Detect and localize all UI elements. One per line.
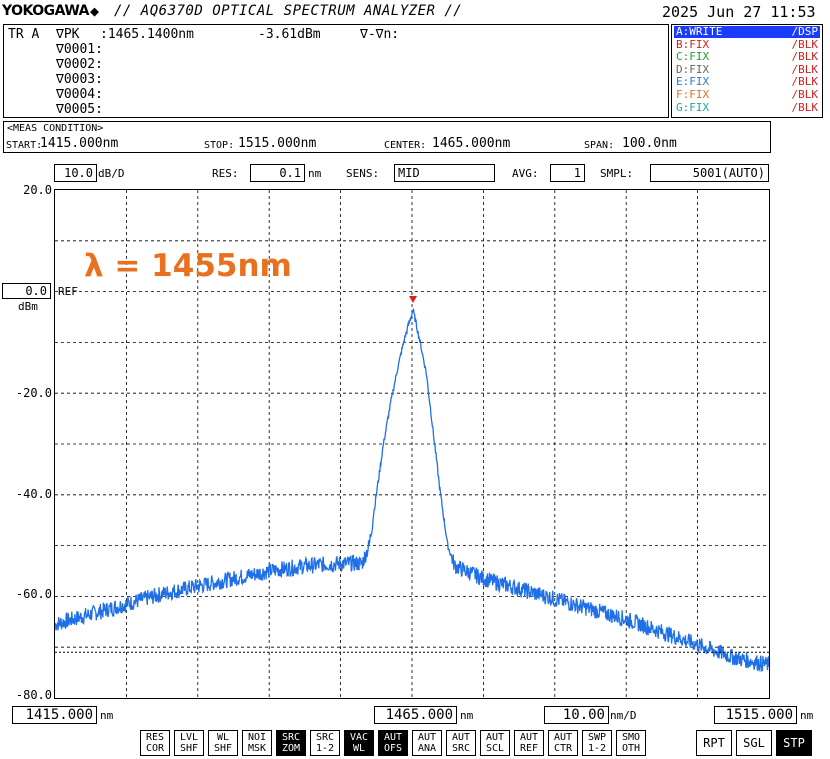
y-tick-label: -40.0 [15,487,52,501]
delta-marker-label: ∇-∇n: [360,27,400,42]
peak-marker-icon [408,295,417,303]
sensitivity-field[interactable]: MID [394,164,495,182]
datetime: 2025 Jun 27 11:53 [662,3,816,21]
start-wavelength-field[interactable]: 1415.000 [12,706,97,724]
reference-level-field[interactable]: 0.0 [2,283,51,299]
y-tick-label: 20.0 [23,183,52,197]
softkey-noi-msk[interactable]: NOI MSK [242,730,272,756]
trace-mode: /BLK [791,37,819,51]
res-label: RES: [212,167,239,180]
ref-unit: dBm [18,300,38,313]
average-field[interactable]: 1 [550,164,585,182]
center-value: 1465.000nm [432,136,511,151]
sweep-sgl-button[interactable]: SGL [736,730,772,756]
smpl-label: SMPL: [600,167,634,180]
trace-status-row[interactable]: A:WRITE/DSP [674,25,820,38]
trace-status-row[interactable]: C:FIX/BLK [674,50,820,64]
y-tick-label: -80.0 [15,688,52,702]
trace-status-row[interactable]: B:FIX/BLK [674,37,820,51]
softkey-src-zom[interactable]: SRC ZOM [276,730,306,756]
center-wavelength-field[interactable]: 1465.000 [374,706,457,724]
softkey-aut-src[interactable]: AUT SRC [446,730,476,756]
sampling-field[interactable]: 5001(AUTO) [650,164,769,182]
start-value: 1415.000nm [40,136,119,151]
softkey-aut-ana[interactable]: AUT ANA [412,730,442,756]
center-label: CENTER: [384,140,427,151]
trace-label: TR A [8,27,40,42]
stop-value: 1515.000nm [238,136,317,151]
trace-name: B:FIX [676,37,710,51]
span-label: SPAN: [584,140,615,151]
peak-label: ∇PK [56,27,80,42]
span-value: 100.0nm [622,136,677,151]
y-tick-label: -60.0 [15,587,52,601]
softkey-aut-ctr[interactable]: AUT CTR [548,730,578,756]
peak-wavelength: :1465.1400nm [100,27,194,42]
softkey-lvl-shf[interactable]: LVL SHF [174,730,204,756]
trace-status-row[interactable]: D:FIX/BLK [674,62,820,76]
stop-wavelength-field[interactable]: 1515.000 [714,706,797,724]
trace-status-row[interactable]: G:FIX/BLK [674,100,820,114]
softkey-aut-ref[interactable]: AUT REF [514,730,544,756]
trace-name: E:FIX [676,75,710,89]
softkey-aut-ofs[interactable]: AUT OFS [378,730,408,756]
trace-status-row[interactable]: E:FIX/BLK [674,75,820,89]
wavelength-annotation: λ = 1455nm [84,248,292,284]
trace-mode: /BLK [791,88,819,101]
x-axis-info-bar: 1415.000 nm 1465.000 nm 10.00 nm/D 1515.… [0,706,830,726]
sweep-stp-button[interactable]: STP [776,730,812,756]
header-bar: YOKOGAWA ◆ // AQ6370D OPTICAL SPECTRUM A… [0,0,830,22]
trace-name: A:WRITE [676,25,723,38]
trace-mode: /BLK [791,50,819,64]
diamond-logo-icon: ◆ [90,2,100,20]
trace-name: D:FIX [676,62,710,76]
softkey-res-cor[interactable]: RES COR [140,730,170,756]
softkey-vac-wl[interactable]: VAC WL [344,730,374,756]
span-per-div-field[interactable]: 10.00 [544,706,609,724]
level-scale-unit: dB/D [98,167,125,180]
softkey-swp-1-2[interactable]: SWP 1-2 [582,730,612,756]
marker-5: ∇0005: [56,102,103,117]
trace-status-row[interactable]: F:FIX/BLK [674,88,820,101]
stop-label: STOP: [204,140,235,151]
center-unit: nm [460,709,474,722]
marker-1: ∇0001: [56,42,103,57]
marker-panel: TR A ∇PK :1465.1400nm -3.61dBm ∇-∇n: ∇00… [3,24,669,118]
model-title: // AQ6370D OPTICAL SPECTRUM ANALYZER // [114,3,463,19]
softkey-wl-shf[interactable]: WL SHF [208,730,238,756]
res-unit: nm [308,167,322,180]
brand-logo: YOKOGAWA [2,3,90,19]
resolution-field[interactable]: 0.1 [250,164,305,182]
meas-condition-title: <MEAS CONDITION> [7,123,104,134]
start-label: START: [6,140,43,151]
trace-name: C:FIX [676,50,710,64]
marker-4: ∇0004: [56,87,103,102]
per-div-unit: nm/D [610,709,637,722]
trace-mode: /BLK [791,100,819,114]
peak-level: -3.61dBm [258,27,321,42]
trace-mode: /BLK [791,62,819,76]
marker-2: ∇0002: [56,57,103,72]
scale-settings-bar: 10.0 dB/D RES: 0.1 nm SENS: MID AVG: 1 S… [0,164,830,186]
trace-mode: /DSP [791,25,819,38]
level-scale-field[interactable]: 10.0 [54,164,97,182]
stop-unit: nm [800,709,814,722]
softkey-aut-scl[interactable]: AUT SCL [480,730,510,756]
meas-condition-panel: <MEAS CONDITION> START: 1415.000nm STOP:… [3,121,771,153]
trace-name: F:FIX [676,88,710,101]
y-tick-label: -20.0 [15,386,52,400]
trace-name: G:FIX [676,100,710,114]
softkey-smo-oth[interactable]: SMO OTH [616,730,646,756]
sens-label: SENS: [346,167,380,180]
softkey-src-1-2[interactable]: SRC 1-2 [310,730,340,756]
avg-label: AVG: [512,167,539,180]
trace-status-panel: A:WRITE/DSP B:FIX/BLK C:FIX/BLK D:FIX/BLK E:… [671,24,823,118]
trace-mode: /BLK [791,75,819,89]
sweep-rpt-button[interactable]: RPT [696,730,732,756]
marker-3: ∇0003: [56,72,103,87]
start-unit: nm [100,709,114,722]
